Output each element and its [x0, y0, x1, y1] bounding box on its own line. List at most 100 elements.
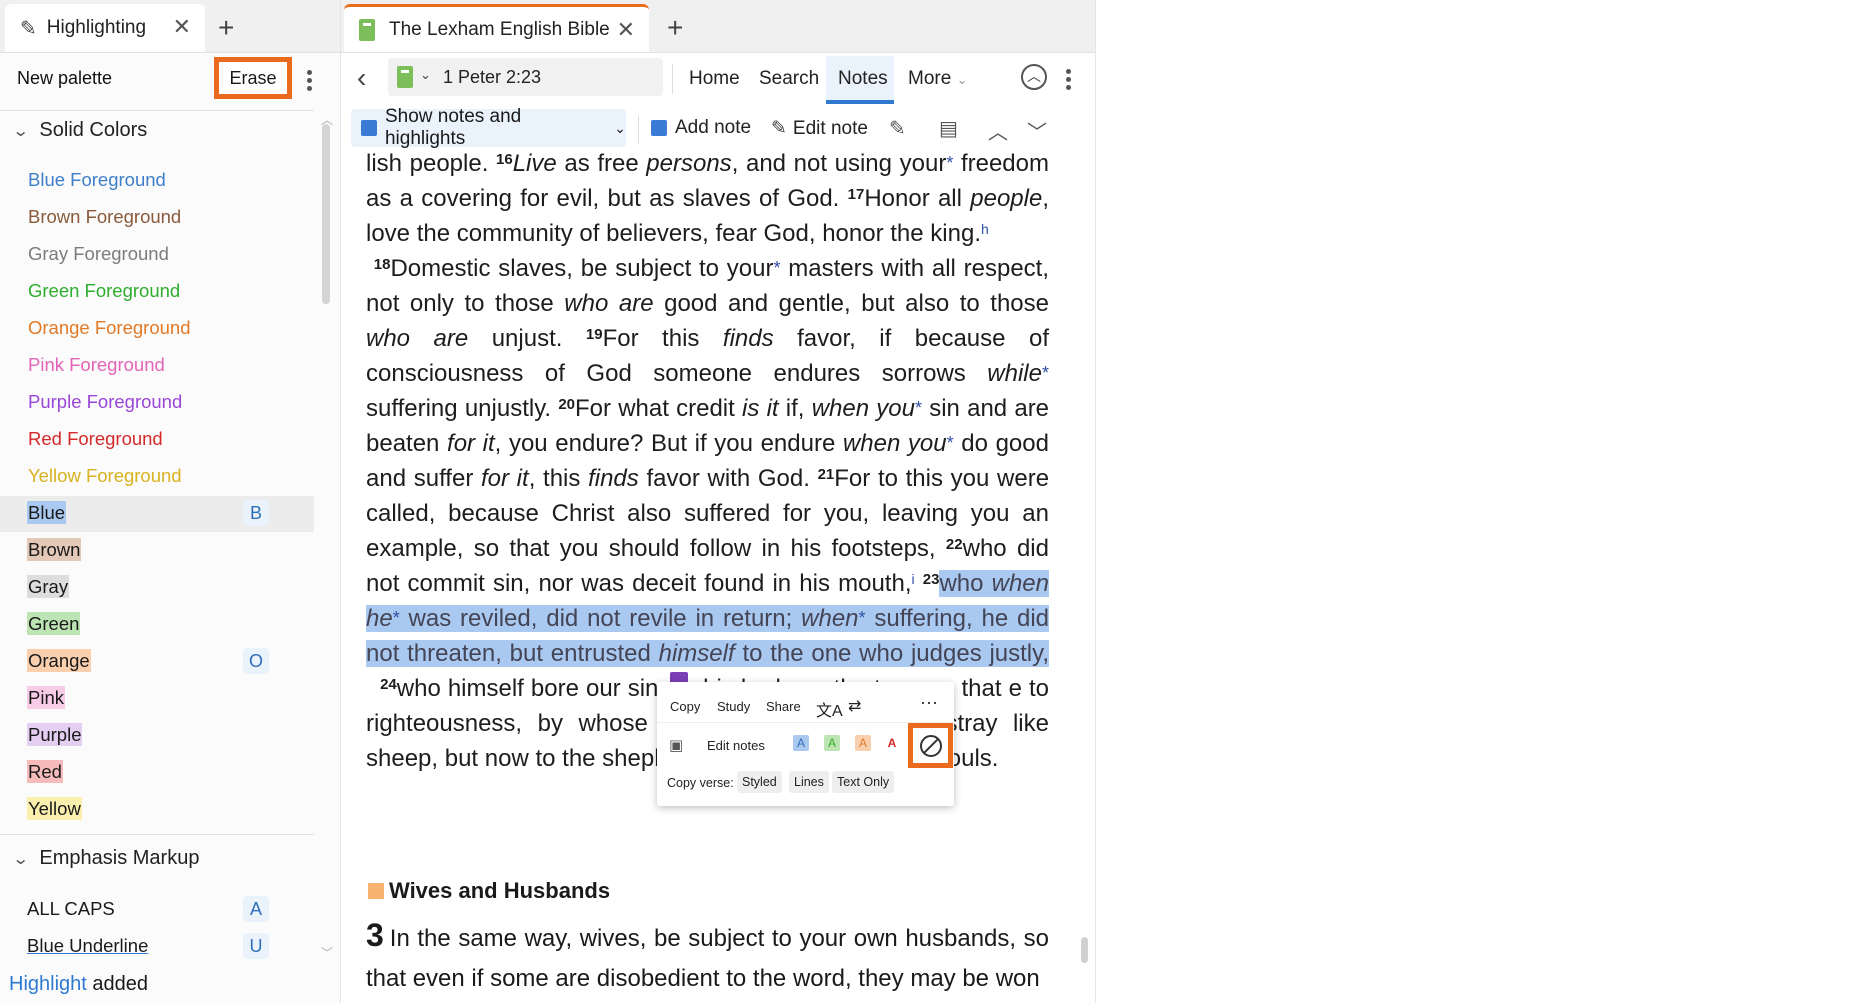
popup-study[interactable]: Study	[717, 699, 750, 714]
add-tab-plus-icon[interactable]: +	[667, 12, 683, 44]
shortcut-key-badge: O	[243, 648, 269, 674]
footnote-marker[interactable]: *	[859, 608, 866, 628]
collapse-up-icon[interactable]: ︿	[1021, 64, 1047, 90]
chevron-down-icon: ⌄	[614, 119, 626, 136]
highlight-blue-swatch[interactable]: A	[793, 735, 809, 751]
main-scrollbar[interactable]	[1081, 937, 1088, 963]
footnote-marker[interactable]: h	[981, 221, 989, 237]
chapter-number[interactable]: 3	[366, 917, 384, 953]
palette-item[interactable]: Purple Foreground	[27, 387, 183, 417]
palette-item[interactable]: Orange Foreground	[27, 313, 192, 343]
footnote-marker[interactable]: *	[393, 608, 400, 628]
verse-number[interactable]: 19	[586, 326, 603, 343]
palette-item[interactable]: Gray Foreground	[27, 239, 170, 269]
verse-number[interactable]: 18	[374, 256, 391, 273]
tab-lexham-bible[interactable]: The Lexham English Bible ✕	[344, 4, 649, 52]
text-run: for it	[481, 465, 529, 492]
verse-number[interactable]: 21	[818, 466, 835, 483]
copy-text-only-button[interactable]: Text Only	[832, 771, 895, 793]
section-emphasis-markup[interactable]: ⌄ Emphasis Markup	[12, 847, 199, 870]
text-run: , this	[528, 465, 581, 492]
footnote-marker[interactable]: *	[915, 398, 922, 418]
divider	[672, 64, 673, 94]
erase-button[interactable]: Erase	[214, 57, 292, 99]
palette-item-label: Green	[27, 612, 81, 635]
note-icon[interactable]	[368, 883, 384, 899]
palette-item-label: Gray Foreground	[28, 243, 169, 264]
left-scrollbar[interactable]	[322, 124, 330, 304]
footnote-marker[interactable]: *	[773, 258, 780, 278]
footnote-marker[interactable]: *	[1042, 363, 1049, 383]
palette-item[interactable]: Orange	[27, 646, 91, 676]
palette-item[interactable]: Brown Foreground	[27, 202, 182, 232]
panel-menu-kebab-icon[interactable]	[1066, 66, 1072, 93]
back-arrow-icon[interactable]: ‹	[357, 62, 366, 94]
palette-item[interactable]: Blue Foreground	[27, 165, 167, 195]
tab-highlighting[interactable]: ✎ Highlighting ✕	[5, 4, 205, 52]
translate-icon[interactable]: 文A	[816, 697, 843, 721]
nav-search[interactable]: Search	[759, 68, 819, 90]
nav-notes[interactable]: Notes	[838, 68, 888, 90]
footnote-marker[interactable]: *	[946, 153, 953, 173]
no-entry-icon	[919, 734, 942, 757]
reference-box[interactable]: ⌄ 1 Peter 2:23	[388, 58, 663, 96]
palette-item[interactable]: Blue	[27, 498, 67, 528]
palette-item[interactable]: Brown	[27, 535, 82, 565]
text-run: when you	[811, 395, 915, 422]
next-note-icon[interactable]: ﹀	[1027, 116, 1047, 145]
edit-note-button[interactable]: ✎ Edit note	[771, 117, 868, 140]
palette-item[interactable]: Yellow	[27, 794, 82, 824]
palette-menu-kebab-icon[interactable]	[307, 67, 313, 94]
text-run: as free	[564, 150, 639, 177]
chevron-down-icon: ⌄	[956, 72, 968, 87]
verse-number[interactable]: 17	[848, 186, 865, 203]
popup-edit-notes[interactable]: Edit notes	[707, 738, 765, 753]
highlight-green-swatch[interactable]: A	[824, 735, 840, 751]
highlight-orange-swatch[interactable]: A	[855, 735, 871, 751]
popup-share[interactable]: Share	[766, 699, 801, 714]
nav-more[interactable]: More ⌄	[908, 68, 967, 90]
close-tab-icon[interactable]: ✕	[617, 17, 635, 43]
palette-item[interactable]: Purple	[27, 720, 83, 750]
nav-home[interactable]: Home	[689, 68, 740, 90]
copy-verse-label: Copy verse:	[667, 776, 734, 790]
chevron-down-icon[interactable]: ⌄	[420, 67, 431, 83]
scroll-down-arrow[interactable]: ﹀	[321, 944, 333, 961]
remove-highlight-button[interactable]	[908, 723, 953, 768]
notebook-icon[interactable]: ▤	[939, 116, 958, 141]
verse-number[interactable]: 24	[380, 676, 397, 693]
verse-number[interactable]: 23	[923, 571, 940, 588]
palette-item[interactable]: Green	[27, 609, 81, 639]
emphasis-item[interactable]: ALL CAPS	[27, 894, 115, 924]
verse-number[interactable]: 20	[558, 396, 575, 413]
copy-styled-button[interactable]: Styled	[737, 771, 782, 793]
palette-item[interactable]: Pink	[27, 683, 65, 713]
copy-lines-button[interactable]: Lines	[789, 771, 829, 793]
palette-item-label: Green Foreground	[28, 280, 181, 301]
add-note-button[interactable]: Add note	[651, 117, 751, 139]
palette-item[interactable]: Red Foreground	[27, 424, 164, 454]
section-solid-colors[interactable]: ⌄ Solid Colors	[12, 119, 147, 142]
close-tab-icon[interactable]: ✕	[173, 14, 191, 40]
footnote-marker[interactable]: i	[912, 571, 915, 587]
show-notes-highlights-dropdown[interactable]: Show notes and highlights ⌄	[351, 106, 626, 149]
verse-number[interactable]: 16	[496, 151, 513, 168]
palette-item[interactable]: Red	[27, 757, 63, 787]
verse-number[interactable]: 22	[946, 536, 963, 553]
red-text-swatch[interactable]: A	[884, 735, 900, 751]
status-highlight-link[interactable]: Highlight	[9, 973, 87, 995]
palette-item[interactable]: Pink Foreground	[27, 350, 166, 380]
more-dots-icon[interactable]: ···	[920, 692, 938, 713]
previous-note-icon[interactable]: ︿	[988, 116, 1008, 145]
highlighter-icon[interactable]: ✎	[889, 116, 906, 141]
palette-item[interactable]: Yellow Foreground	[27, 461, 183, 491]
add-tab-plus-icon[interactable]: +	[218, 12, 234, 44]
swap-icon[interactable]: ⇄	[848, 696, 861, 716]
palette-item[interactable]: Gray	[27, 572, 70, 602]
emphasis-item[interactable]: Blue Underline	[27, 931, 148, 961]
popup-copy[interactable]: Copy	[670, 699, 700, 714]
footnote-marker[interactable]: *	[947, 433, 954, 453]
palette-name[interactable]: New palette	[17, 68, 112, 89]
palette-item[interactable]: Green Foreground	[27, 276, 181, 306]
reference-input[interactable]: 1 Peter 2:23	[443, 67, 541, 88]
